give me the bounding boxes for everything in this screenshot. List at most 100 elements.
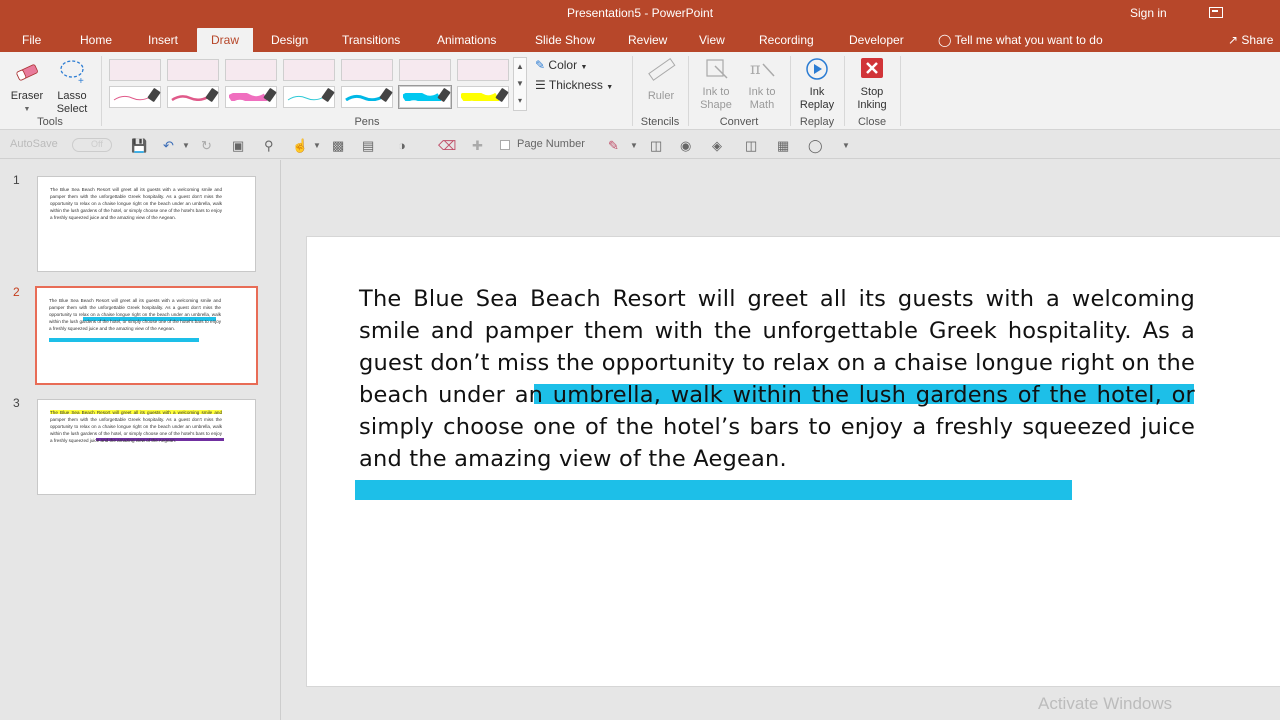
sign-in-link[interactable]: Sign in (1130, 6, 1167, 20)
slide-thumbnail-3[interactable]: The Blue Sea Beach Resort will greet all… (37, 399, 256, 495)
tab-view[interactable]: View (699, 33, 725, 47)
chevron-down-icon[interactable]: ▼ (182, 141, 190, 150)
pen-pink-medium[interactable] (167, 86, 219, 108)
eraser-icon[interactable]: ⌫ (438, 138, 456, 154)
ink-to-math-label-2: Math (749, 99, 775, 111)
stop-inking-button[interactable]: Stop Inking (850, 56, 894, 112)
new-slide-icon[interactable]: ▩ (332, 138, 344, 154)
tell-me-label: Tell me what you want to do (954, 33, 1103, 47)
chevron-down-icon[interactable]: ▼ (630, 141, 638, 150)
ink-to-math-label: Ink to (748, 86, 776, 98)
thumbnail-text: The Blue Sea Beach Resort will greet all… (49, 298, 221, 331)
redo-icon[interactable]: ↻ (201, 138, 212, 154)
pen-teal-thin[interactable] (283, 86, 335, 108)
add-icon[interactable]: ✚ (472, 138, 483, 154)
slideshow-icon[interactable]: ▣ (232, 138, 244, 154)
tab-file[interactable]: File (22, 33, 41, 47)
pen-gallery-scroll[interactable]: ▲ ▼ ▾ (513, 57, 527, 111)
eraser-dropdown-icon[interactable]: ▼ (6, 103, 48, 116)
page-number-checkbox[interactable] (500, 140, 510, 150)
ruler-button[interactable]: Ruler (640, 56, 682, 103)
ink-to-shape-button[interactable]: Ink to Shape (694, 56, 738, 112)
pen-slot-empty[interactable] (341, 59, 393, 81)
lasso-select-button[interactable]: + Lasso Select (52, 56, 92, 116)
touch-mode-icon[interactable]: ☝ (292, 138, 308, 154)
autosave-toggle[interactable]: Off (72, 138, 112, 152)
close-icon (861, 58, 883, 78)
window-title: Presentation5 - PowerPoint (566, 6, 714, 20)
pen-slot-empty[interactable] (225, 59, 277, 81)
align-icon[interactable]: ▦ (777, 138, 789, 154)
tab-slide-show[interactable]: Slide Show (535, 33, 595, 47)
ink-to-shape-icon (706, 59, 728, 79)
pen-slot-empty[interactable] (457, 59, 509, 81)
undo-icon[interactable]: ↶ (163, 138, 174, 154)
save-icon[interactable]: 💾 (131, 138, 147, 154)
close-group-label: Close (857, 116, 887, 128)
highlighter-stroke-icon (461, 93, 499, 101)
tell-me-search[interactable]: ◯ Tell me what you want to do (938, 33, 1103, 47)
slide-canvas[interactable]: The Blue Sea Beach Resort will greet all… (306, 236, 1280, 687)
tab-developer[interactable]: Developer (849, 33, 904, 47)
slide-number: 1 (13, 173, 20, 187)
tab-review[interactable]: Review (628, 33, 667, 47)
tab-draw[interactable]: Draw (197, 28, 254, 52)
draw-ribbon: Eraser ▼ + Lasso Select Tools ▲ ▼ ▾ ✎ Co… (0, 52, 1280, 130)
tab-design[interactable]: Design (271, 33, 308, 47)
slide-body-text[interactable]: The Blue Sea Beach Resort will greet all… (359, 283, 1195, 475)
share-label: Share (1241, 33, 1274, 47)
tab-animations[interactable]: Animations (437, 33, 496, 47)
pens-icon[interactable]: ✎ (608, 138, 619, 154)
restore-window-icon[interactable] (1209, 7, 1223, 18)
tab-insert[interactable]: Insert (148, 33, 178, 47)
pen-thickness-button[interactable]: ☰ Thickness ▼ (535, 78, 613, 92)
chevron-down-icon[interactable]: ▼ (514, 75, 526, 92)
arrange-icon[interactable]: ◈ (712, 138, 722, 154)
pen-slot-empty[interactable] (109, 59, 161, 81)
tab-transitions[interactable]: Transitions (342, 33, 400, 47)
ink-replay-button[interactable]: Ink Replay (795, 56, 839, 112)
pen-stroke-icon (345, 94, 383, 101)
pen-pink-thin[interactable] (109, 86, 161, 108)
pen-slot-empty[interactable] (167, 59, 219, 81)
eraser-button[interactable]: Eraser ▼ (6, 56, 48, 116)
chevron-up-icon[interactable]: ▲ (514, 58, 526, 75)
layout-icon[interactable]: ◫ (650, 138, 662, 154)
pen-slot-empty[interactable] (399, 59, 451, 81)
pen-color-button[interactable]: ✎ Color ▼ (535, 58, 587, 72)
slide-number: 3 (13, 396, 20, 410)
zoom-icon[interactable]: ⚲ (264, 138, 274, 154)
pen-pink-highlighter[interactable] (225, 86, 277, 108)
pen-yellow-highlighter[interactable] (457, 86, 509, 108)
color-pen-icon: ✎ (535, 58, 546, 72)
pen-slot-empty[interactable] (283, 59, 335, 81)
contrast-icon[interactable]: ◑ (398, 138, 406, 153)
tab-home[interactable]: Home (80, 33, 112, 47)
convert-group-label: Convert (719, 116, 759, 128)
activate-windows-watermark: Activate Windows (1038, 694, 1173, 713)
pen-gallery (107, 57, 511, 111)
more-icon[interactable]: ▾ (514, 92, 526, 109)
eraser-label: Eraser (10, 90, 44, 102)
slide-thumbnail-2[interactable]: The Blue Sea Beach Resort will greet all… (35, 286, 258, 385)
ink-to-math-button[interactable]: π Ink to Math (740, 56, 784, 112)
ruler-icon (648, 57, 676, 81)
slide-thumbnail-1[interactable]: The Blue Sea Beach Resort will greet all… (37, 176, 256, 272)
picture-icon[interactable]: ▤ (362, 138, 374, 154)
ink-highlight-stroke[interactable] (355, 480, 1072, 500)
tab-recording[interactable]: Recording (759, 33, 814, 47)
share-button[interactable]: ↗ Share (1228, 33, 1273, 47)
thumbnail-highlight (49, 338, 199, 342)
thumbnail-text: The Blue Sea Beach Resort will greet all… (50, 410, 222, 443)
group-icon[interactable]: ◯ (808, 138, 823, 154)
pen-stroke-icon (287, 95, 325, 101)
ink-replay-label: Ink (809, 86, 825, 98)
slide-thumbnail-panel: 1 The Blue Sea Beach Resort will greet a… (0, 160, 281, 720)
customize-toolbar-icon[interactable]: ▼ (842, 141, 850, 150)
shapes-icon[interactable]: ◉ (680, 138, 691, 154)
pen-blue-medium[interactable] (341, 86, 393, 108)
thickness-label: Thickness (548, 78, 603, 92)
pen-blue-highlighter[interactable] (398, 85, 452, 109)
chevron-down-icon[interactable]: ▼ (313, 141, 321, 150)
columns-icon[interactable]: ◫ (745, 138, 757, 154)
